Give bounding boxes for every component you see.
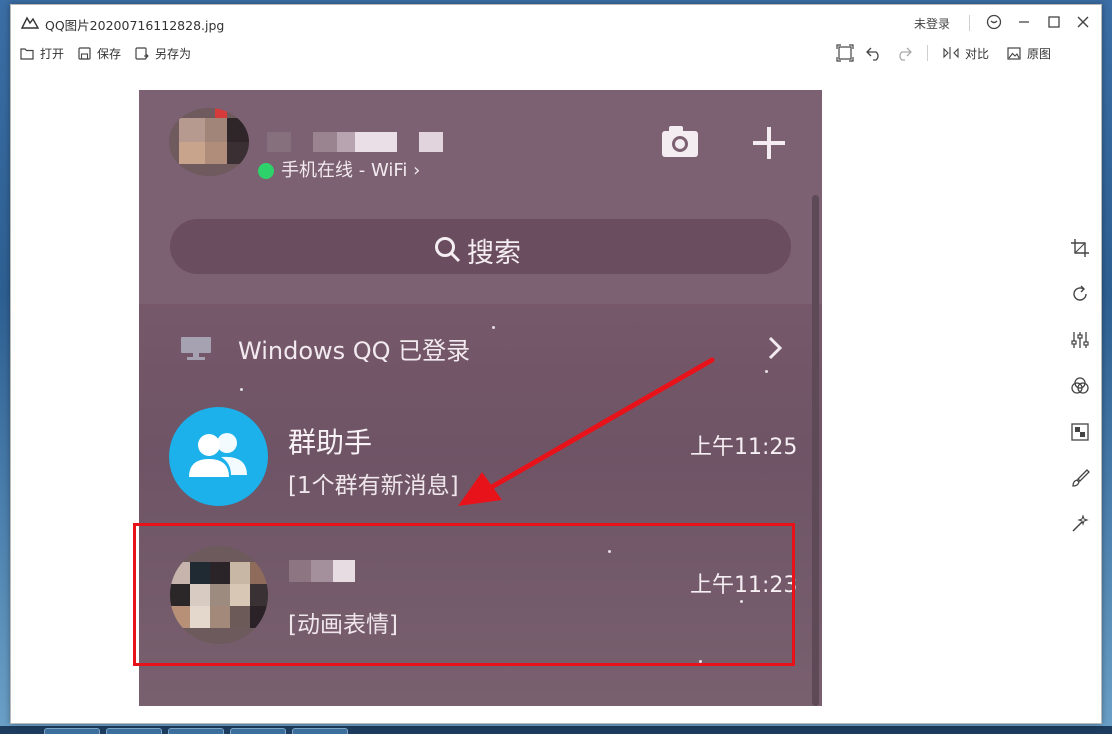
divider [969, 15, 970, 31]
online-status-text: 手机在线 - WiFi [281, 160, 408, 181]
chevron-right-icon[interactable] [767, 336, 783, 360]
search-label: 搜索 [467, 238, 521, 269]
compare-button[interactable]: 对比 [943, 43, 989, 63]
watermark-brand-3: 经验 [973, 641, 1050, 685]
close-icon [1077, 16, 1089, 28]
taskbar-button[interactable] [106, 728, 162, 734]
undo-icon[interactable] [865, 44, 883, 62]
maximize-icon [1048, 16, 1060, 28]
compare-icon [943, 47, 959, 59]
sparkle [765, 370, 768, 373]
group-people-icon [189, 433, 247, 477]
rotate-icon[interactable] [1070, 284, 1090, 304]
save-button[interactable]: 保存 [78, 43, 121, 63]
taskbar-button[interactable] [230, 728, 286, 734]
compare-label: 对比 [965, 46, 990, 61]
highlight-box [133, 523, 795, 666]
open-button[interactable]: 打开 [20, 43, 64, 63]
group-assistant-avatar[interactable] [169, 407, 268, 506]
taskbar [0, 726, 1112, 734]
adjust-sliders-icon[interactable] [1070, 330, 1090, 350]
magic-wand-icon[interactable] [1070, 514, 1090, 534]
taskbar-button[interactable] [292, 728, 348, 734]
computer-icon [181, 337, 211, 360]
close-button[interactable] [1073, 12, 1093, 32]
image-icon [1007, 46, 1021, 60]
save-icon [78, 46, 91, 60]
watermark-brand: Bai [852, 641, 920, 685]
crop-icon[interactable] [1070, 238, 1090, 258]
chat-bubble-icon [986, 14, 1002, 30]
brush-icon[interactable] [1070, 468, 1090, 488]
search-icon [435, 237, 461, 263]
taskbar-button[interactable] [44, 728, 100, 734]
fit-screen-icon[interactable] [836, 44, 854, 62]
image-viewer-icon [21, 16, 39, 29]
title-bar: QQ图片20200716112828.jpg 未登录 [11, 5, 1101, 39]
save-label: 保存 [97, 46, 122, 61]
toolbar: 打开 保存 另存为 对比 原图 [11, 39, 1101, 67]
online-indicator [258, 163, 274, 179]
maximize-button[interactable] [1044, 12, 1064, 32]
baidu-watermark-text: Baidu经验 [852, 632, 1050, 687]
feedback-button[interactable] [984, 12, 1004, 32]
windows-qq-login-text[interactable]: Windows QQ 已登录 [238, 331, 470, 366]
group-assistant-time: 上午11:25 [690, 435, 798, 460]
scrollbar[interactable] [812, 195, 819, 706]
save-as-button[interactable]: 另存为 [135, 43, 191, 63]
user-avatar[interactable] [169, 108, 249, 176]
camera-icon[interactable] [661, 124, 699, 158]
window-title: QQ图片20200716112828.jpg [45, 18, 225, 33]
minimize-icon [1019, 21, 1029, 23]
original-size-button[interactable]: 原图 [1007, 43, 1051, 63]
open-label: 打开 [40, 46, 65, 61]
minimize-button[interactable] [1014, 12, 1034, 32]
sparkle [240, 388, 243, 391]
group-assistant-title[interactable]: 群助手 [288, 421, 372, 461]
save-as-label: 另存为 [155, 46, 192, 61]
watermark-brand-2: du [919, 641, 974, 685]
taskbar-button[interactable] [168, 728, 224, 734]
group-assistant-message: [1个群有新消息] [288, 473, 459, 499]
online-status[interactable]: 手机在线 - WiFi › [281, 156, 420, 182]
watermark-domain: jingyan.baidu.com [853, 682, 1010, 701]
mosaic-icon[interactable] [1070, 422, 1090, 442]
divider [927, 45, 928, 61]
login-status-link[interactable]: 未登录 [914, 15, 950, 32]
save-as-icon [135, 46, 149, 60]
redo-icon[interactable] [895, 44, 913, 62]
plus-icon[interactable] [751, 125, 787, 161]
original-size-label: 原图 [1027, 46, 1052, 61]
color-filter-icon[interactable] [1070, 376, 1090, 396]
sparkle [492, 326, 495, 329]
folder-icon [20, 47, 34, 60]
